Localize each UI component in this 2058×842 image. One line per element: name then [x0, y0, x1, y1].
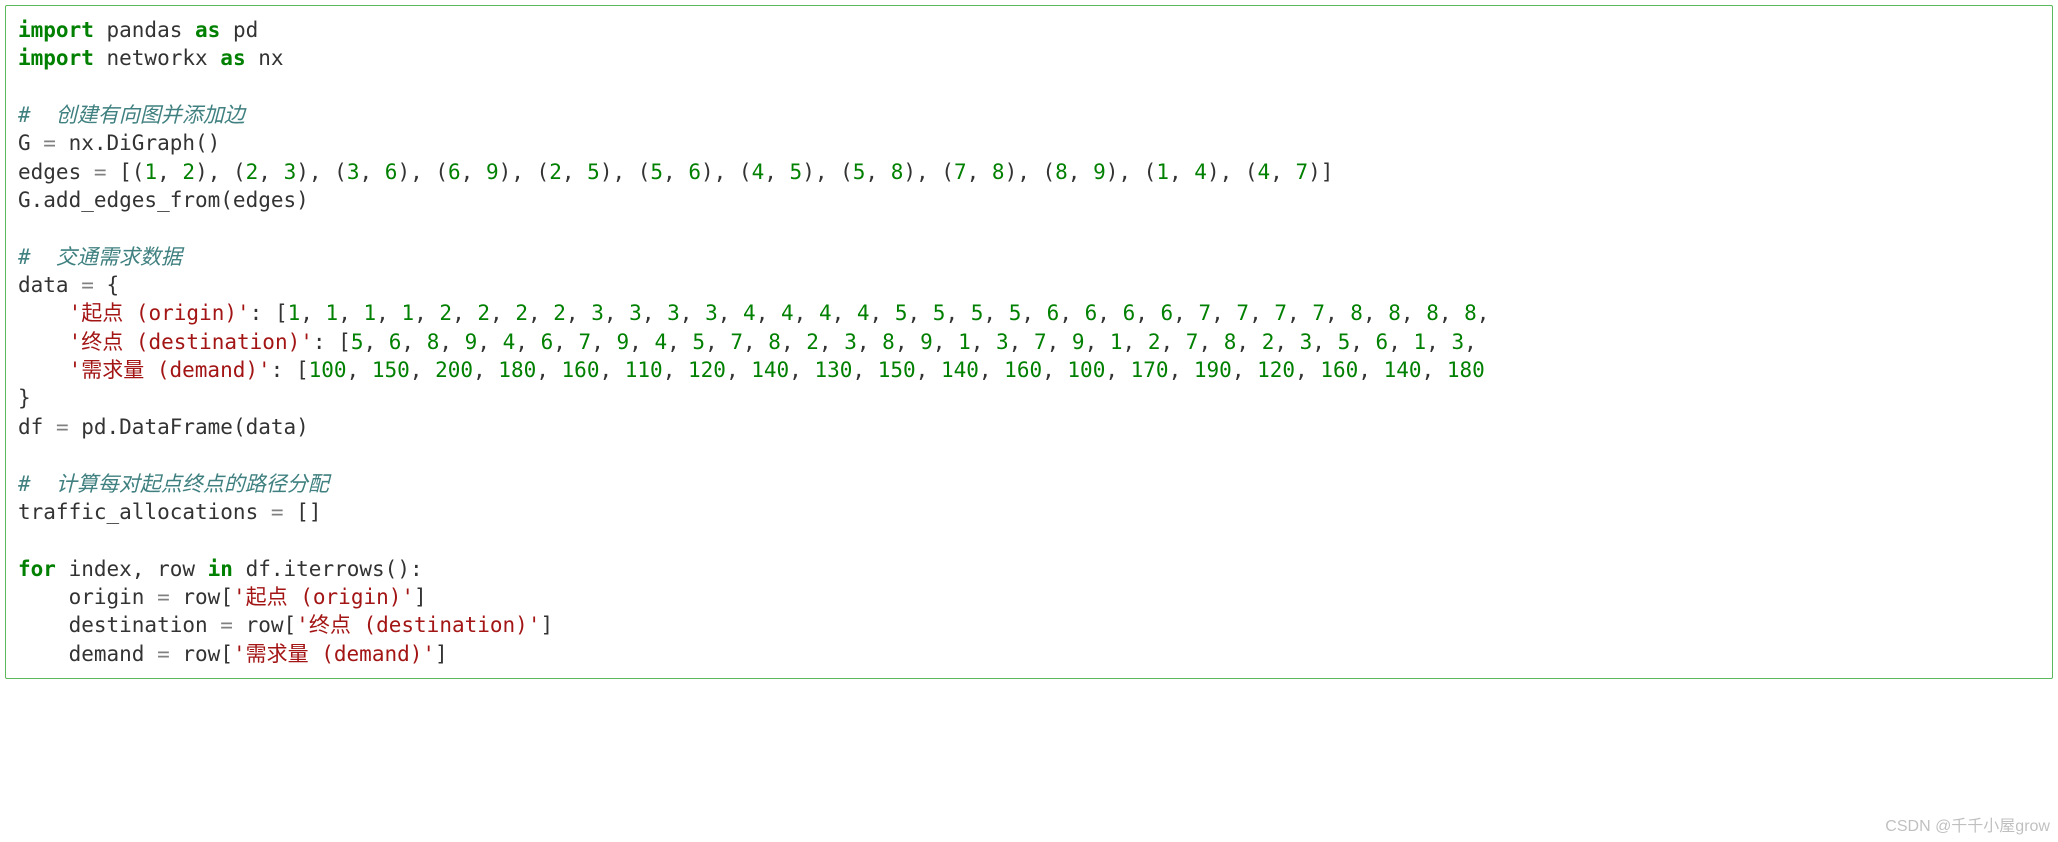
comment-calc-alloc: # 计算每对起点终点的路径分配	[18, 472, 329, 496]
line-import-networkx: import networkx as nx	[18, 46, 284, 70]
line-for: for index, row in df.iterrows():	[18, 557, 423, 581]
line-import-pandas: import pandas as pd	[18, 18, 258, 42]
comment-create-graph: # 创建有向图并添加边	[18, 103, 245, 127]
line-body-destination: destination = row['终点 (destination)']	[18, 613, 553, 637]
line-df-assign: df = pd.DataFrame(data)	[18, 415, 309, 439]
comment-traffic-data: # 交通需求数据	[18, 245, 182, 269]
line-data-destination: '终点 (destination)': [5, 6, 8, 9, 4, 6, 7…	[18, 330, 1477, 354]
line-g-assign: G = nx.DiGraph()	[18, 131, 220, 155]
line-edges-assign: edges = [(1, 2), (2, 3), (3, 6), (6, 9),…	[18, 160, 1333, 184]
line-data-demand: '需求量 (demand)': [100, 150, 200, 180, 160…	[18, 358, 1485, 382]
line-data-open: data = {	[18, 273, 119, 297]
line-data-close: }	[18, 386, 31, 410]
line-body-origin: origin = row['起点 (origin)']	[18, 585, 427, 609]
watermark: CSDN @千千小屋grow	[1885, 816, 2050, 838]
code-block: import pandas as pd import networkx as n…	[5, 5, 2053, 679]
line-body-demand: demand = row['需求量 (demand)']	[18, 642, 448, 666]
line-add-edges: G.add_edges_from(edges)	[18, 188, 309, 212]
line-alloc-assign: traffic_allocations = []	[18, 500, 321, 524]
line-data-origin: '起点 (origin)': [1, 1, 1, 1, 2, 2, 2, 2, …	[18, 301, 1489, 325]
